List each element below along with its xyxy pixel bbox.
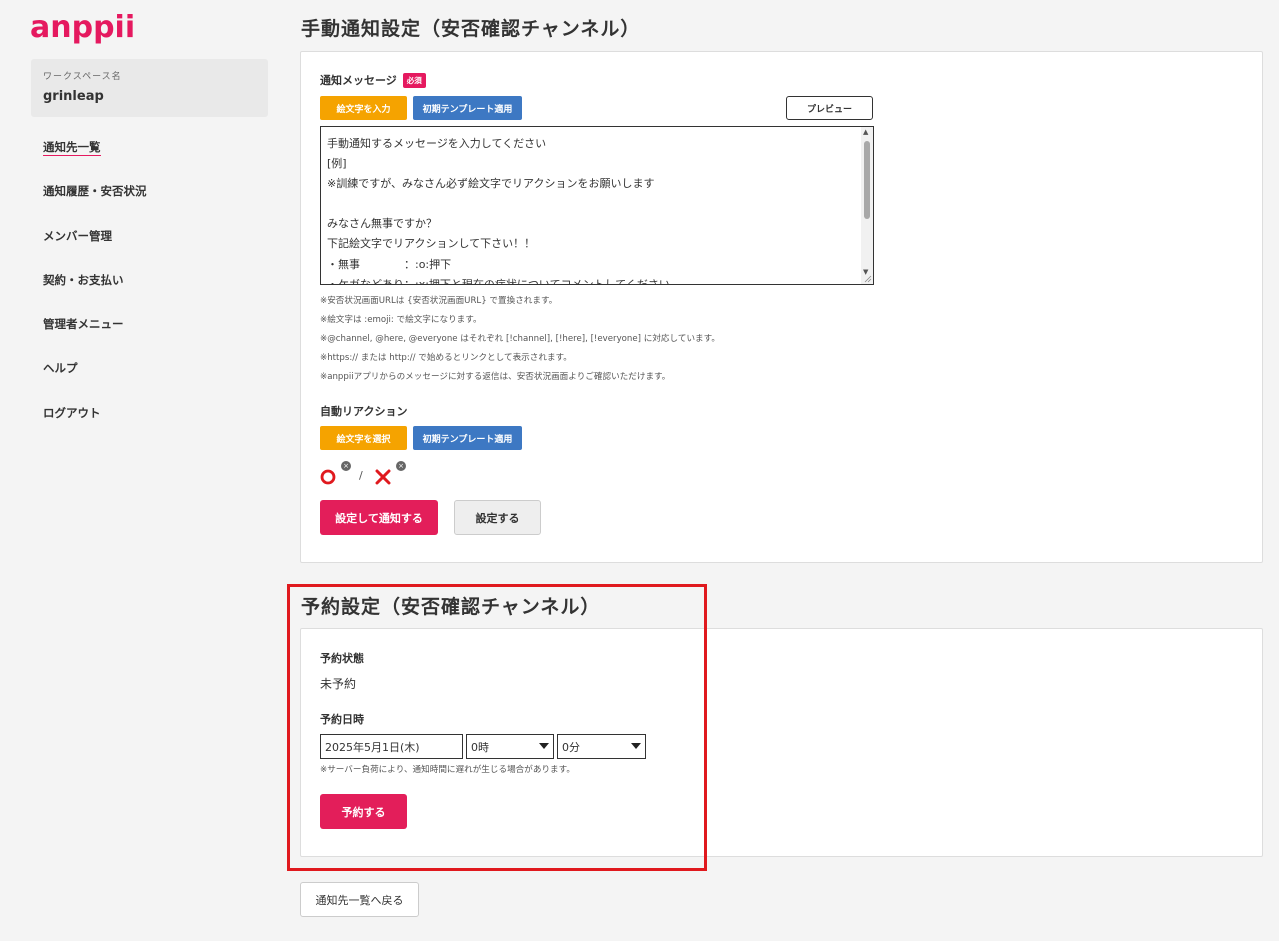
note-replies: ※anppiiアプリからのメッセージに対する返信は、安否状況画面よりご確認いただ… (320, 372, 671, 382)
reaction-x-icon (375, 469, 391, 485)
required-badge: 必須 (402, 73, 426, 88)
sidebar-item-label: ログアウト (43, 405, 101, 420)
sidebar: anppii ワークスペース名 grinleap 通知先一覧 通知履歴・安否状況… (0, 0, 285, 941)
workspace-name: grinleap (43, 89, 104, 104)
resize-handle-icon[interactable] (864, 275, 872, 283)
note-mentions: ※@channel, @here, @everyone はそれぞれ [!chan… (320, 334, 720, 344)
message-label-text: 通知メッセージ (320, 74, 397, 87)
sidebar-item-notification-list[interactable]: 通知先一覧 (43, 138, 147, 182)
message-label: 通知メッセージ 必須 (320, 72, 426, 88)
reaction-separator: / (359, 469, 363, 482)
scroll-thumb[interactable] (864, 141, 870, 219)
sidebar-item-label: 契約・お支払い (43, 272, 124, 287)
template-apply-button[interactable]: 初期テンプレート適用 (413, 96, 522, 120)
sidebar-item-billing[interactable]: 契約・お支払い (43, 271, 147, 315)
message-textarea[interactable]: 手動通知するメッセージを入力してください [例] ※訓練ですが、みなさん必ず絵文… (320, 126, 874, 285)
sidebar-item-members[interactable]: メンバー管理 (43, 227, 147, 271)
back-to-list-button[interactable]: 通知先一覧へ戻る (300, 882, 419, 917)
note-links: ※https:// または http:// で始めるとリンクとして表示されます。 (320, 353, 572, 363)
sidebar-item-label: 管理者メニュー (43, 317, 124, 332)
app-logo[interactable]: anppii (30, 10, 135, 45)
preview-button[interactable]: プレビュー (786, 96, 873, 120)
reaction-template-button[interactable]: 初期テンプレート適用 (413, 426, 522, 450)
sidebar-item-admin[interactable]: 管理者メニュー (43, 315, 147, 359)
note-url: ※安否状況画面URLは {安否状況画面URL} で置換されます。 (320, 296, 558, 306)
sidebar-item-help[interactable]: ヘルプ (43, 359, 147, 403)
sidebar-item-history[interactable]: 通知履歴・安否状況 (43, 182, 147, 226)
highlight-box (287, 584, 707, 871)
manual-section-title: 手動通知設定（安否確認チャンネル） (301, 18, 641, 40)
emoji-input-button[interactable]: 絵文字を入力 (320, 96, 407, 120)
message-text[interactable]: 手動通知するメッセージを入力してください [例] ※訓練ですが、みなさん必ず絵文… (327, 134, 670, 284)
sidebar-item-label: ヘルプ (43, 361, 78, 376)
scroll-up-icon[interactable]: ▲ (863, 128, 868, 136)
set-and-notify-button[interactable]: 設定して通知する (320, 500, 438, 535)
remove-reaction-x-icon[interactable]: × (396, 461, 406, 471)
sidebar-nav: 通知先一覧 通知履歴・安否状況 メンバー管理 契約・お支払い 管理者メニュー ヘ… (43, 138, 147, 448)
note-emoji: ※絵文字は :emoji: で絵文字になります。 (320, 315, 482, 325)
auto-reaction-label: 自動リアクション (320, 405, 408, 418)
sidebar-item-label: 通知先一覧 (43, 140, 101, 156)
reaction-o-icon (320, 469, 336, 485)
remove-reaction-o-icon[interactable]: × (341, 461, 351, 471)
emoji-select-button[interactable]: 絵文字を選択 (320, 426, 407, 450)
sidebar-item-logout[interactable]: ログアウト (43, 404, 147, 448)
sidebar-item-label: メンバー管理 (43, 228, 112, 243)
textarea-scrollbar[interactable]: ▲ ▼ (861, 127, 873, 284)
workspace-box: ワークスペース名 grinleap (31, 59, 268, 117)
set-button[interactable]: 設定する (454, 500, 541, 535)
workspace-label: ワークスペース名 (43, 72, 122, 82)
sidebar-item-label: 通知履歴・安否状況 (43, 184, 147, 199)
